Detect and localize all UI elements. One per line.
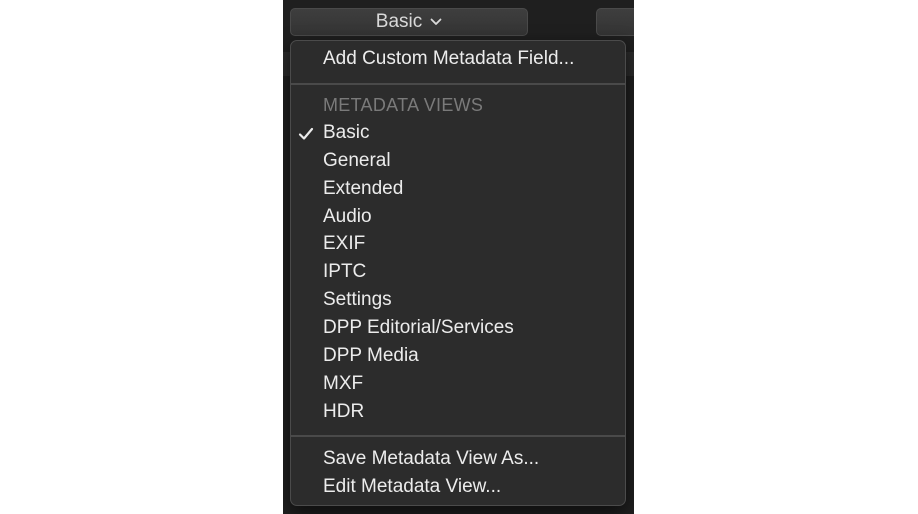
checkmark-icon (298, 120, 318, 146)
metadata-view-selector-label: Basic (375, 11, 423, 32)
menu-item-add-custom-metadata-field[interactable]: Add Custom Metadata Field... (323, 46, 574, 72)
menu-item-view-settings[interactable]: Settings (323, 287, 392, 313)
menu-separator (291, 83, 625, 85)
menu-item-view-iptc[interactable]: IPTC (323, 259, 366, 285)
menu-item-view-general[interactable]: General (323, 148, 391, 174)
menu-item-view-basic[interactable]: Basic (323, 120, 369, 146)
menu-item-view-dpp-editorial-services[interactable]: DPP Editorial/Services (323, 315, 514, 341)
app-panel: Basic Add Custom Metadata Field... METAD… (283, 0, 634, 514)
menu-item-save-metadata-view-as[interactable]: Save Metadata View As... (323, 446, 539, 472)
metadata-view-selector-button[interactable]: Basic (290, 8, 528, 36)
menu-item-view-hdr[interactable]: HDR (323, 399, 364, 425)
menu-item-view-dpp-media[interactable]: DPP Media (323, 343, 419, 369)
adjacent-toolbar-button[interactable] (596, 8, 634, 36)
menu-item-view-mxf[interactable]: MXF (323, 371, 363, 397)
metadata-view-menu: Add Custom Metadata Field... METADATA VI… (290, 40, 626, 506)
menu-item-view-extended[interactable]: Extended (323, 176, 403, 202)
menu-item-view-audio[interactable]: Audio (323, 204, 372, 230)
menu-item-view-exif[interactable]: EXIF (323, 231, 365, 257)
chevron-down-icon (430, 14, 442, 29)
metadata-views-section-header: METADATA VIEWS (323, 95, 484, 115)
menu-item-edit-metadata-view[interactable]: Edit Metadata View... (323, 474, 501, 500)
menu-separator (291, 435, 625, 437)
